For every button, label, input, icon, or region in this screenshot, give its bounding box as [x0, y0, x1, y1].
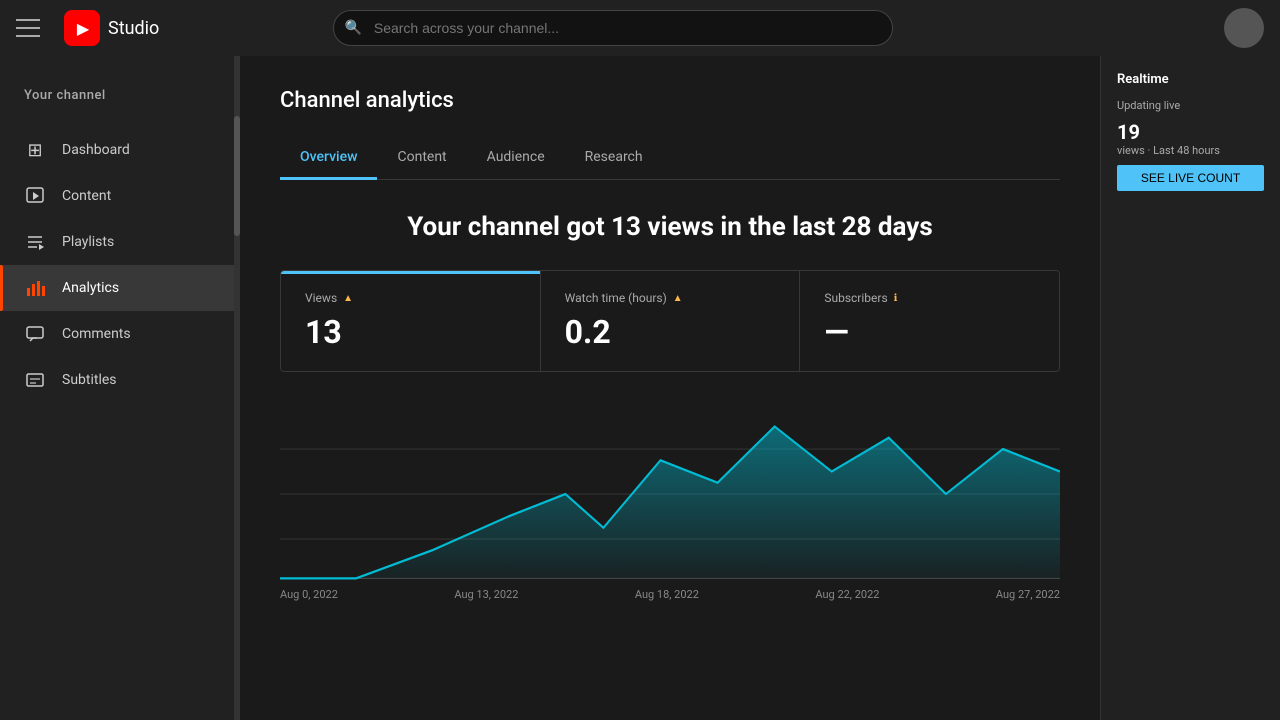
search-input[interactable] [333, 10, 893, 46]
right-panel-stat-label: views · Last 48 hours [1117, 144, 1264, 157]
main-content: Channel analytics Overview Content Audie… [240, 56, 1100, 720]
sidebar: Your channel ⊞ Dashboard Content [0, 56, 240, 720]
chart-date-3: Aug 22, 2022 [815, 588, 879, 601]
sidebar-item-label: Subtitles [62, 372, 117, 388]
logo: Studio [64, 10, 159, 46]
sidebar-item-dashboard[interactable]: ⊞ Dashboard [0, 127, 240, 173]
metric-watchtime[interactable]: Watch time (hours) ▲ 0.2 [541, 271, 801, 371]
sidebar-item-label: Analytics [62, 280, 119, 296]
hero-text: Your channel got 13 views in the last 28… [280, 212, 1060, 242]
layout: Your channel ⊞ Dashboard Content [0, 0, 1280, 720]
scrollbar[interactable] [234, 56, 240, 720]
topbar: Studio 🔍 [0, 0, 1280, 56]
scroll-thumb [234, 116, 240, 236]
sidebar-item-label: Content [62, 188, 111, 204]
sidebar-item-analytics[interactable]: Analytics [0, 265, 240, 311]
right-panel-subtitle: Updating live [1117, 99, 1264, 112]
views-warn-icon: ▲ [343, 293, 353, 304]
sidebar-item-playlists[interactable]: Playlists [0, 219, 240, 265]
tab-content[interactable]: Content [377, 137, 466, 180]
views-label: Views ▲ [305, 291, 516, 305]
content-icon [24, 185, 46, 207]
search-icon: 🔍 [345, 20, 362, 36]
sidebar-item-comments[interactable]: Comments [0, 311, 240, 357]
subscribers-info-icon: ℹ [894, 293, 898, 304]
playlists-icon [24, 231, 46, 253]
sidebar-item-label: Dashboard [62, 142, 130, 158]
hamburger-menu[interactable] [16, 16, 40, 40]
right-panel: Realtime Updating live 19 views · Last 4… [1100, 56, 1280, 720]
studio-label: Studio [108, 18, 159, 39]
right-panel-stat: 19 [1117, 120, 1264, 144]
sidebar-item-label: Playlists [62, 234, 114, 250]
watchtime-value: 0.2 [565, 313, 776, 351]
watchtime-warn-icon: ▲ [673, 293, 683, 304]
tabs: Overview Content Audience Research [280, 137, 1060, 180]
sidebar-item-subtitles[interactable]: Subtitles [0, 357, 240, 403]
metrics-row: Views ▲ 13 Watch time (hours) ▲ 0.2 Subs… [280, 270, 1060, 372]
comments-icon [24, 323, 46, 345]
sidebar-item-content[interactable]: Content [0, 173, 240, 219]
search-bar: 🔍 [333, 10, 893, 46]
tab-research[interactable]: Research [565, 137, 663, 180]
page-title: Channel analytics [280, 88, 1060, 113]
subtitles-icon [24, 369, 46, 391]
tab-audience[interactable]: Audience [467, 137, 565, 180]
see-live-count-button[interactable]: SEE LIVE COUNT [1117, 165, 1264, 191]
youtube-icon [64, 10, 100, 46]
chart-svg [280, 404, 1060, 584]
metric-views[interactable]: Views ▲ 13 [281, 271, 541, 371]
avatar[interactable] [1224, 8, 1264, 48]
chart-date-0: Aug 0, 2022 [280, 588, 338, 601]
chart-date-1: Aug 13, 2022 [454, 588, 518, 601]
chart-date-2: Aug 18, 2022 [635, 588, 699, 601]
tab-overview[interactable]: Overview [280, 137, 377, 180]
analytics-icon [24, 277, 46, 299]
subscribers-value: — [824, 313, 1035, 351]
metric-subscribers[interactable]: Subscribers ℹ — [800, 271, 1059, 371]
subscribers-label: Subscribers ℹ [824, 291, 1035, 305]
chart-date-4: Aug 27, 2022 [996, 588, 1060, 601]
chart-area: Aug 0, 2022 Aug 13, 2022 Aug 18, 2022 Au… [280, 404, 1060, 584]
sidebar-item-label: Comments [62, 326, 131, 342]
channel-label: Your channel [0, 72, 240, 119]
watchtime-label: Watch time (hours) ▲ [565, 291, 776, 305]
views-value: 13 [305, 313, 516, 351]
right-panel-title: Realtime [1117, 72, 1264, 87]
dashboard-icon: ⊞ [24, 139, 46, 161]
